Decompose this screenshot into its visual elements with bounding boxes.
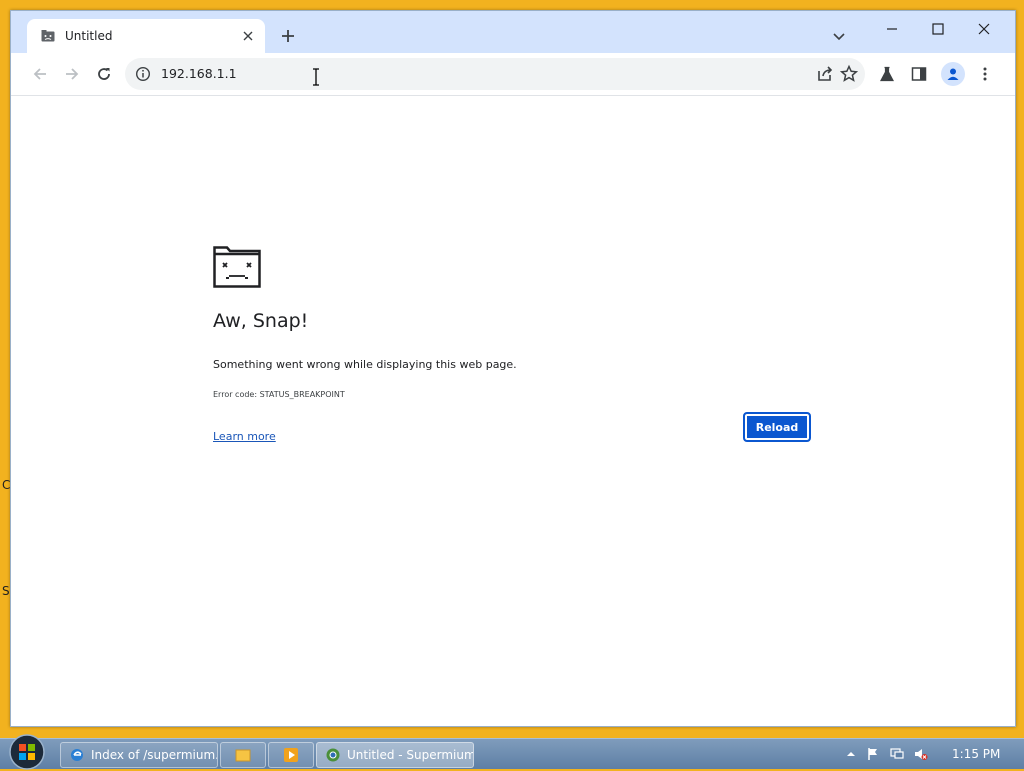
taskbar-item-supermium[interactable]: Untitled - Supermium	[316, 742, 474, 768]
side-panel-icon	[911, 67, 927, 81]
supermium-icon	[326, 748, 340, 762]
plus-icon	[282, 30, 294, 42]
taskbar-item-explorer[interactable]	[220, 742, 266, 768]
menu-button[interactable]	[975, 64, 995, 84]
error-page: Aw, Snap! Something went wrong while dis…	[11, 96, 1015, 726]
minimize-icon	[887, 28, 897, 30]
labs-button[interactable]	[877, 64, 897, 84]
side-panel-button[interactable]	[909, 64, 929, 84]
reload-toolbar-button[interactable]	[91, 61, 117, 87]
chevron-down-icon	[833, 33, 845, 41]
volume-muted-icon[interactable]	[914, 747, 928, 761]
maximize-icon	[932, 23, 944, 35]
sad-tab-icon	[213, 246, 261, 288]
close-icon	[243, 31, 253, 41]
media-player-icon	[284, 748, 298, 762]
tab-search-button[interactable]	[829, 27, 849, 47]
back-button[interactable]	[27, 61, 53, 87]
info-icon[interactable]	[135, 66, 151, 82]
error-heading: Aw, Snap!	[213, 310, 309, 332]
arrow-right-icon	[66, 68, 79, 80]
address-bar[interactable]: 192.168.1.1	[125, 58, 865, 90]
taskbar: Index of /supermium... Untitled - Superm…	[0, 734, 1024, 770]
folder-icon	[235, 749, 251, 762]
tab-close-button[interactable]	[237, 25, 259, 47]
tab-untitled[interactable]: Untitled	[27, 19, 265, 53]
desktop-icon-label-fragment: S	[2, 584, 10, 598]
taskbar-item-label: Index of /supermium...	[91, 748, 218, 762]
show-hidden-icons-icon[interactable]	[844, 747, 858, 761]
error-code: Error code: STATUS_BREAKPOINT	[213, 390, 345, 399]
share-icon[interactable]	[815, 64, 835, 84]
close-window-button[interactable]	[961, 15, 1007, 43]
more-vert-icon	[983, 67, 987, 81]
taskbar-item-label: Untitled - Supermium	[347, 748, 474, 762]
flask-icon	[880, 66, 894, 82]
taskbar-item-internet-explorer[interactable]: Index of /supermium...	[60, 742, 218, 768]
tab-strip: Untitled	[11, 11, 1015, 53]
minimize-button[interactable]	[869, 15, 915, 43]
refresh-icon	[98, 68, 110, 80]
person-icon	[947, 68, 959, 80]
internet-explorer-icon	[71, 749, 83, 761]
error-message: Something went wrong while displaying th…	[213, 358, 517, 371]
close-icon	[978, 23, 990, 35]
start-button[interactable]	[8, 733, 46, 771]
browser-toolbar: 192.168.1.1	[11, 53, 1015, 96]
profile-button[interactable]	[941, 62, 965, 86]
sad-tab-icon	[41, 30, 55, 42]
learn-more-link[interactable]: Learn more	[213, 430, 276, 443]
new-tab-button[interactable]	[277, 25, 299, 47]
forward-button[interactable]	[59, 61, 85, 87]
arrow-left-icon	[33, 68, 46, 80]
maximize-button[interactable]	[915, 15, 961, 43]
bookmark-star-icon[interactable]	[839, 64, 859, 84]
reload-button[interactable]: Reload	[743, 412, 811, 442]
tab-title: Untitled	[65, 29, 113, 43]
url-text[interactable]: 192.168.1.1	[161, 66, 237, 81]
browser-window: Untitled 192.168.1.1 Aw, Snap! Something…	[10, 10, 1016, 727]
taskbar-clock[interactable]: 1:15 PM	[952, 747, 1000, 761]
text-cursor-icon	[313, 68, 319, 86]
network-icon[interactable]	[890, 747, 904, 761]
action-center-flag-icon[interactable]	[866, 747, 880, 761]
taskbar-item-media-player[interactable]	[268, 742, 314, 768]
